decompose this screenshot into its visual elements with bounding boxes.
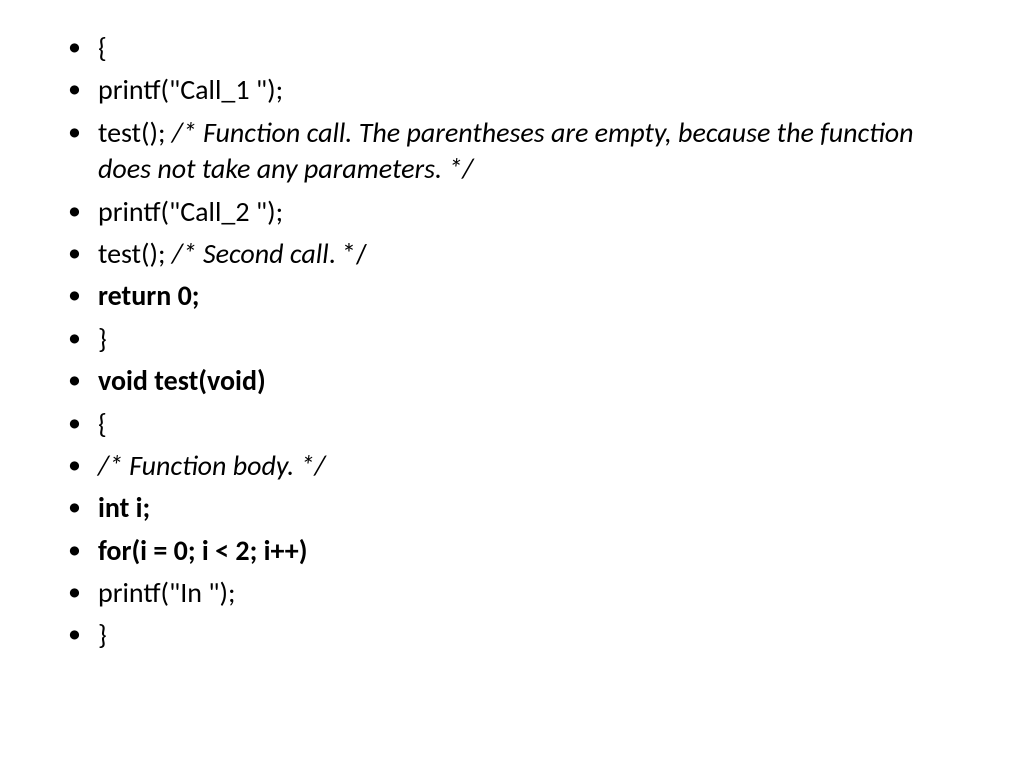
bullet-item: } bbox=[60, 321, 964, 357]
code-text: printf("Call_1 "); bbox=[98, 72, 283, 107]
bullet-item: test(); /* Function call. The parenthese… bbox=[60, 115, 964, 188]
code-text: { bbox=[98, 406, 107, 441]
code-text: test(); bbox=[98, 236, 172, 271]
code-text: int i; bbox=[98, 490, 150, 525]
code-text: . */ bbox=[329, 236, 367, 271]
code-comment: /* Second call bbox=[172, 236, 329, 271]
slide: { printf("Call_1 "); test(); /* Function… bbox=[0, 0, 1024, 768]
bullet-item: void test(void) bbox=[60, 363, 964, 399]
code-text: printf("In "); bbox=[98, 575, 236, 610]
code-text: } bbox=[98, 617, 107, 652]
bullet-item: /* Function body. */ bbox=[60, 448, 964, 484]
code-text: return 0; bbox=[98, 278, 200, 313]
code-comment: /* Function call. The parentheses are em… bbox=[98, 115, 914, 186]
bullet-item: return 0; bbox=[60, 278, 964, 314]
code-text: } bbox=[98, 321, 107, 356]
bullet-list: { printf("Call_1 "); test(); /* Function… bbox=[60, 30, 964, 654]
bullet-item: { bbox=[60, 406, 964, 442]
bullet-item: printf("In "); bbox=[60, 575, 964, 611]
bullet-item: printf("Call_1 "); bbox=[60, 72, 964, 108]
code-text: for(i = 0; i < 2; i++) bbox=[98, 533, 307, 568]
code-text: test(); bbox=[98, 115, 172, 150]
code-text: void test(void) bbox=[98, 363, 266, 398]
bullet-item: } bbox=[60, 617, 964, 653]
code-comment: /* Function body. */ bbox=[98, 448, 325, 483]
code-text: printf("Call_2 "); bbox=[98, 194, 283, 229]
code-text: { bbox=[98, 30, 107, 65]
bullet-item: printf("Call_2 "); bbox=[60, 194, 964, 230]
bullet-item: test(); /* Second call. */ bbox=[60, 236, 964, 272]
bullet-item: for(i = 0; i < 2; i++) bbox=[60, 533, 964, 569]
bullet-item: { bbox=[60, 30, 964, 66]
bullet-item: int i; bbox=[60, 490, 964, 526]
